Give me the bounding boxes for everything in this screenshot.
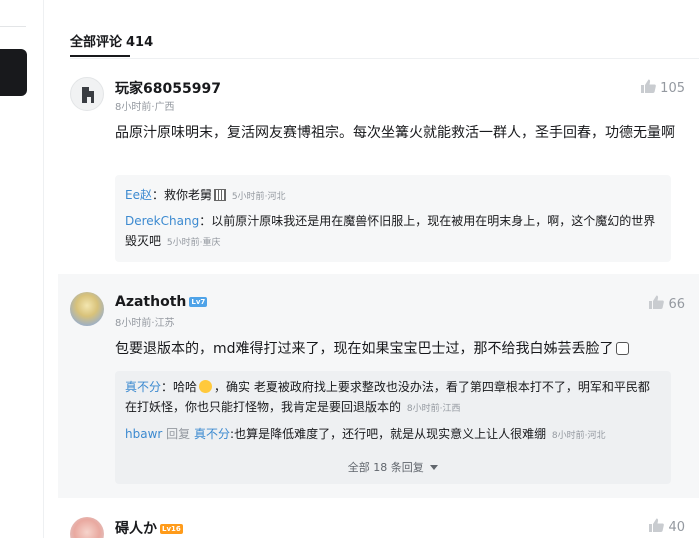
- laugh-emoji-icon: [199, 380, 213, 393]
- reply-list: Ee赵：救你老舅 5小时前·河北 DerekChang：以前原汁原味我还是用在魔…: [115, 175, 671, 262]
- reply-target[interactable]: 真不分: [194, 427, 230, 441]
- like-count: 66: [668, 296, 685, 312]
- reply-separator: ：: [161, 380, 174, 394]
- reply-text: 也算是降低难度了，还行吧，就是从现实意义上让人很难绷: [234, 427, 547, 441]
- reply-item: DerekChang：以前原汁原味我还是用在魔兽怀旧服上，现在被用在明末身上，啊…: [125, 211, 661, 253]
- comment-meta: 8小时前·广西: [115, 98, 175, 113]
- caret-down-icon: [430, 465, 439, 470]
- comment-content: 包要退版本的，md难得打过来了，现在如果宝宝巴士过，那不给我白姊芸丢脸了: [115, 338, 675, 361]
- like-button[interactable]: 66: [649, 295, 685, 313]
- username-text: Azathoth: [115, 294, 187, 310]
- header-divider: [70, 58, 699, 59]
- reply-separator: ：: [199, 214, 212, 228]
- comment-section: 全部评论 414 玩家68055997 8小时前·广西 105 品原汁原味明末，复…: [44, 0, 699, 538]
- smile-emoji-icon: [615, 342, 629, 355]
- comments-title: 全部评论: [70, 35, 123, 50]
- comment-item: 玩家68055997 8小时前·广西 105 品原汁原味明末，复活网友赛博祖宗。…: [58, 60, 699, 262]
- avatar[interactable]: [70, 292, 104, 326]
- like-button[interactable]: 40: [649, 518, 685, 536]
- like-count: 40: [668, 519, 685, 535]
- view-all-replies-button[interactable]: 全部 18 条回复: [115, 459, 671, 475]
- left-panel-button[interactable]: [0, 49, 27, 96]
- comment-location: 江苏: [154, 318, 175, 329]
- sticker-emoji-icon: [214, 189, 226, 201]
- avatar[interactable]: [70, 77, 104, 111]
- reply-username[interactable]: hbawr: [125, 427, 162, 441]
- active-tab-underline: [70, 55, 130, 57]
- view-all-replies-label: 全部 18 条回复: [347, 461, 424, 474]
- comment-location: 广西: [154, 102, 175, 113]
- left-panel-divider: [0, 26, 26, 27]
- comment-item: 碍人か Lv16 40: [58, 508, 699, 538]
- username[interactable]: 碍人か Lv16: [115, 518, 183, 538]
- reply-list: 真不分：哈哈 ，确实 老夏被政府找上要求整改也没办法，看了第四章根本打不了，明军和…: [115, 371, 671, 484]
- thumbs-up-icon: [649, 295, 665, 313]
- comment-item: Azathoth Lv7 8小时前·江苏 66 包要退版本的，md难得打过来了，现…: [58, 274, 699, 498]
- reply-username[interactable]: Ee赵: [125, 188, 152, 202]
- reply-meta: 8小时前·江西: [406, 404, 461, 414]
- username[interactable]: Azathoth Lv7: [115, 294, 208, 310]
- thumbs-up-icon: [649, 518, 665, 536]
- like-count: 105: [660, 80, 685, 96]
- username[interactable]: 玩家68055997: [115, 78, 221, 98]
- reply-meta: 5小时前·重庆: [166, 238, 221, 248]
- comments-count: 414: [126, 35, 154, 50]
- level-badge: Lv7: [189, 297, 208, 307]
- reply-username[interactable]: 真不分: [125, 380, 161, 394]
- comments-header[interactable]: 全部评论 414: [70, 31, 153, 50]
- reply-item: 真不分：哈哈 ，确实 老夏被政府找上要求整改也没办法，看了第四章根本打不了，明军和…: [125, 377, 661, 419]
- comment-text: 包要退版本的，md难得打过来了，现在如果宝宝巴士过，那不给我白姊芸丢脸了: [115, 341, 614, 357]
- reply-text: 救你老舅: [163, 188, 212, 202]
- comment-time: 8小时前: [115, 102, 152, 113]
- level-badge: Lv16: [160, 524, 183, 534]
- username-text: 碍人か: [115, 521, 157, 537]
- avatar[interactable]: [70, 517, 104, 538]
- comment-time: 8小时前: [115, 318, 152, 329]
- reply-text: 哈哈: [173, 380, 198, 394]
- reply-meta: 5小时前·河北: [231, 192, 286, 202]
- like-button[interactable]: 105: [641, 79, 685, 97]
- comment-meta: 8小时前·江苏: [115, 314, 175, 329]
- reply-item: hbawr 回复 真不分:也算是降低难度了，还行吧，就是从现实意义上让人很难绷 …: [125, 424, 661, 446]
- reply-username[interactable]: DerekChang: [125, 214, 199, 228]
- comment-content: 品原汁原味明末，复活网友赛博祖宗。每次坐篝火就能救活一群人，圣手回春，功德无量啊: [115, 125, 675, 141]
- reply-meta: 8小时前·河北: [551, 431, 606, 441]
- reply-word: 回复: [166, 427, 191, 441]
- reply-item: Ee赵：救你老舅 5小时前·河北: [125, 185, 661, 207]
- thumbs-up-icon: [641, 79, 657, 97]
- reply-separator: ：: [151, 188, 164, 202]
